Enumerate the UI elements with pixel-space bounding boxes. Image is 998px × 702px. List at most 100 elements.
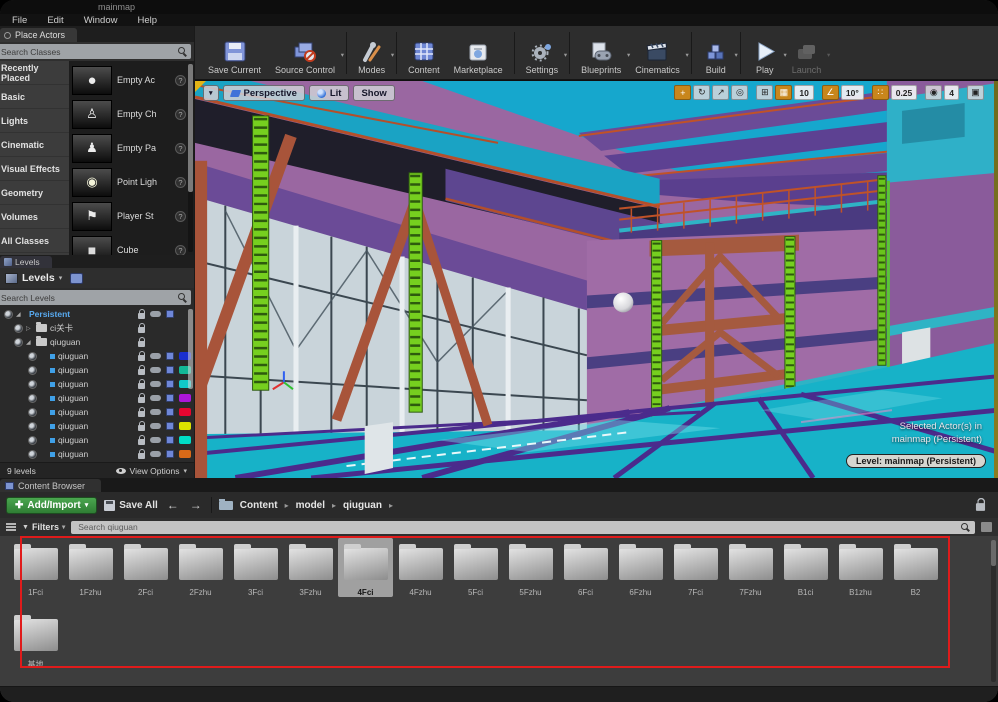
lock-icon[interactable] xyxy=(138,411,145,417)
search-classes-input[interactable] xyxy=(0,46,175,58)
grid-snap-icon[interactable]: ▦ xyxy=(775,85,792,100)
level-row[interactable]: qiuguan xyxy=(0,419,194,433)
grid-snap-value[interactable]: 10 xyxy=(794,85,813,100)
blueprint-icon[interactable] xyxy=(166,310,174,318)
level-color-chip[interactable] xyxy=(179,422,191,430)
folder-item[interactable]: 4Fzhu xyxy=(393,538,448,597)
menu-item[interactable]: File xyxy=(2,15,37,26)
folder-item[interactable]: 3Fci xyxy=(228,538,283,597)
maximize-viewport-icon[interactable]: ▣ xyxy=(967,85,984,100)
breadcrumb-item[interactable]: Content xyxy=(240,500,278,511)
level-row[interactable]: qiuguan xyxy=(0,391,194,405)
blueprint-icon[interactable] xyxy=(166,422,174,430)
lock-icon[interactable] xyxy=(138,341,145,347)
save-current-button[interactable]: Save Current xyxy=(201,29,268,77)
blueprint-icon[interactable] xyxy=(166,366,174,374)
visibility-eye-icon[interactable] xyxy=(14,338,23,347)
tab-content-browser[interactable]: Content Browser xyxy=(0,479,101,492)
save-all-button[interactable]: Save All xyxy=(104,500,158,511)
actor-list-item[interactable]: Empty Ch ? xyxy=(72,98,186,130)
scrollbar[interactable] xyxy=(991,540,996,682)
lock-icon[interactable] xyxy=(138,383,145,389)
visibility-eye-icon[interactable] xyxy=(28,436,37,445)
help-badge[interactable]: ? xyxy=(175,245,186,256)
modes-button[interactable]: Modes▾ xyxy=(351,29,392,77)
search-levels-input[interactable] xyxy=(0,292,175,304)
level-row[interactable]: ◢ qiuguan xyxy=(0,335,194,349)
world-space-icon[interactable]: ◎ xyxy=(731,85,748,100)
help-badge[interactable]: ? xyxy=(175,177,186,188)
level-row[interactable]: qiuguan xyxy=(0,377,194,391)
visibility-eye-icon[interactable] xyxy=(4,310,13,319)
blueprint-icon[interactable] xyxy=(166,380,174,388)
folder-item[interactable]: 3Fzhu xyxy=(283,538,338,597)
lock-icon[interactable] xyxy=(138,355,145,361)
lock-icon[interactable] xyxy=(138,369,145,375)
help-badge[interactable]: ? xyxy=(175,143,186,154)
level-row[interactable]: ▷ ci关卡 xyxy=(0,321,194,335)
world-icon-button[interactable] xyxy=(70,273,83,284)
folder-item[interactable]: 6Fzhu xyxy=(613,538,668,597)
folder-item[interactable]: B1ci xyxy=(778,538,833,597)
launch-button[interactable]: Launch▾ xyxy=(785,29,829,77)
camera-speed-icon[interactable]: ◉ xyxy=(925,85,942,100)
folder-item[interactable]: B1zhu xyxy=(833,538,888,597)
build-button[interactable]: Build▾ xyxy=(696,29,736,77)
category-item[interactable]: Cinematic xyxy=(0,133,69,157)
visibility-eye-icon[interactable] xyxy=(28,422,37,431)
category-item[interactable]: Volumes xyxy=(0,205,69,229)
save-search-icon[interactable] xyxy=(981,522,992,532)
folder-item[interactable]: 2Fzhu xyxy=(173,538,228,597)
folder-item[interactable]: 7Fzhu xyxy=(723,538,778,597)
blueprint-icon[interactable] xyxy=(166,408,174,416)
folder-item[interactable]: 2Fci xyxy=(118,538,173,597)
category-item[interactable]: All Classes xyxy=(0,229,69,253)
game-visibility-icon[interactable] xyxy=(150,353,161,359)
filters-button[interactable]: ▼ Filters ▾ xyxy=(22,522,65,532)
actor-list-item[interactable]: Empty Pa ? xyxy=(72,132,186,164)
level-color-chip[interactable] xyxy=(179,394,191,402)
visibility-eye-icon[interactable] xyxy=(28,366,37,375)
breadcrumb-item[interactable]: model xyxy=(296,500,325,511)
blueprint-icon[interactable] xyxy=(166,450,174,458)
visibility-eye-icon[interactable] xyxy=(28,394,37,403)
actor-list-item[interactable]: Point Ligh ? xyxy=(72,166,186,198)
scale-snap-icon[interactable]: ∷ xyxy=(872,85,889,100)
camera-speed-value[interactable]: 4 xyxy=(944,85,959,100)
blueprints-button[interactable]: Blueprints▾ xyxy=(574,29,628,77)
back-button[interactable]: ← xyxy=(165,498,181,512)
help-badge[interactable]: ? xyxy=(175,211,186,222)
lock-icon[interactable] xyxy=(138,439,145,445)
lock-icon[interactable] xyxy=(138,327,145,333)
viewport-3d[interactable]: ▾ Perspective Lit Show + ↻ ↗ xyxy=(195,80,998,478)
game-visibility-icon[interactable] xyxy=(150,409,161,415)
rotation-snap-value[interactable]: 10° xyxy=(841,85,864,100)
folder-item[interactable]: 5Fzhu xyxy=(503,538,558,597)
folder-item[interactable]: 1Fzhu xyxy=(63,538,118,597)
sphere-actor[interactable] xyxy=(613,292,633,312)
scale-snap-value[interactable]: 0.25 xyxy=(891,85,918,100)
help-badge[interactable]: ? xyxy=(175,109,186,120)
category-item[interactable]: Basic xyxy=(0,85,69,109)
blueprint-icon[interactable] xyxy=(166,436,174,444)
expand-arrow-icon[interactable]: ▷ xyxy=(26,325,33,332)
lock-icon[interactable] xyxy=(138,313,145,319)
add-import-button[interactable]: ✚ Add/Import ▾ xyxy=(6,497,97,514)
lock-icon[interactable] xyxy=(138,453,145,459)
menu-item[interactable]: Edit xyxy=(37,15,73,26)
folder-item[interactable]: 6Fci xyxy=(558,538,613,597)
expand-arrow-icon[interactable]: ◢ xyxy=(16,311,23,318)
lit-button[interactable]: Lit xyxy=(309,85,350,101)
lock-icon[interactable] xyxy=(138,425,145,431)
game-visibility-icon[interactable] xyxy=(150,395,161,401)
show-button[interactable]: Show xyxy=(353,85,394,101)
actor-list-item[interactable]: Empty Ac ? xyxy=(72,64,186,96)
visibility-eye-icon[interactable] xyxy=(28,380,37,389)
forward-button[interactable]: → xyxy=(188,498,204,512)
folder-item[interactable]: 5Fci xyxy=(448,538,503,597)
visibility-eye-icon[interactable] xyxy=(28,450,37,459)
search-classes-box[interactable] xyxy=(0,44,191,59)
actor-list-item[interactable]: Cube ? xyxy=(72,234,186,255)
level-row[interactable]: qiuguan xyxy=(0,405,194,419)
marketplace-button[interactable]: Marketplace xyxy=(447,29,510,77)
